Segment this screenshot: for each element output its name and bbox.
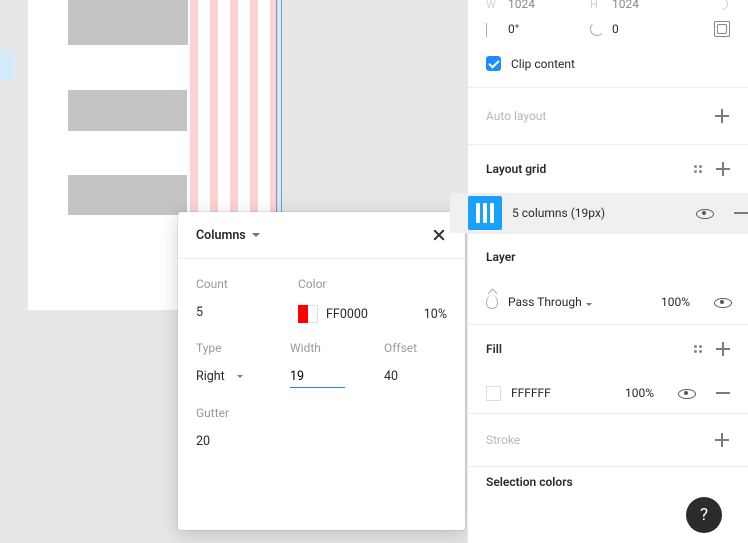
layer-visibility-icon[interactable] [714,294,730,310]
clip-content-checkbox[interactable] [486,56,501,71]
type-label: Type [196,341,266,355]
chevron-down-icon [237,375,243,378]
stroke-section-title: Stroke [486,433,520,447]
independent-corners-icon[interactable] [714,21,730,37]
gutter-input[interactable]: 20 [196,434,266,449]
color-opacity-input[interactable]: 10% [424,307,447,322]
rotation-input[interactable]: 0° [508,22,582,36]
color-swatch[interactable] [298,305,318,323]
blend-mode-icon [486,295,498,309]
remove-fill-button[interactable] [716,392,730,394]
width-input[interactable]: 1024 [508,0,582,11]
add-layout-grid-button[interactable] [716,162,730,176]
layout-grid-styles-icon[interactable] [694,165,702,173]
grid-type-dropdown[interactable]: Columns [196,228,260,243]
blend-mode-dropdown[interactable]: Pass Through [508,295,592,309]
gutter-label: Gutter [196,406,266,420]
corner-radius-icon [590,22,604,36]
blend-mode-value: Pass Through [508,295,582,309]
count-label: Count [196,277,274,291]
help-icon: ? [700,505,708,525]
type-value: Right [196,369,225,384]
chevron-down-icon [252,233,260,237]
layer-section-title: Layer [486,250,516,264]
count-input[interactable]: 5 [196,305,274,320]
add-stroke-button[interactable] [715,433,729,447]
auto-layout-title: Auto layout [486,109,546,123]
width-input[interactable] [290,369,345,388]
rotation-icon [486,23,500,36]
height-label: H [590,0,604,11]
visibility-toggle-icon[interactable] [696,205,712,221]
canvas-rect[interactable] [68,90,187,131]
width-label: Width [290,341,360,355]
layer-opacity-input[interactable]: 100% [661,295,690,309]
width-label: W [486,0,500,11]
layers-panel-edge [0,50,15,80]
columns-grid-icon[interactable] [468,196,502,230]
height-input[interactable]: 1024 [612,0,686,11]
color-hex-input[interactable]: FF0000 [326,307,368,322]
grid-type-label: Columns [196,228,246,243]
layout-grid-label: 5 columns (19px) [512,206,605,220]
design-panel: W 1024 H 1024 0° 0 Clip content Auto lay… [467,0,748,543]
add-fill-button[interactable] [716,342,730,356]
color-label: Color [298,277,447,291]
layout-grid-title: Layout grid [486,162,546,176]
count-value: 5 [196,305,203,320]
layout-grid-settings-popover: Columns Count 5 Color FF0000 10% Typ [178,212,465,530]
layout-grid-row[interactable]: 5 columns (19px) [450,193,748,233]
close-icon[interactable] [431,227,447,243]
help-button[interactable]: ? [686,497,722,533]
fill-visibility-icon[interactable] [678,385,694,401]
clip-content-label: Clip content [511,57,575,71]
fill-opacity-input[interactable]: 100% [625,386,654,400]
add-auto-layout-button[interactable] [715,109,729,123]
canvas-rect[interactable] [68,175,187,216]
corner-radius-input[interactable]: 0 [612,22,686,36]
chevron-down-icon [586,303,592,306]
offset-value: 40 [384,369,398,384]
canvas-rect[interactable] [68,0,188,45]
offset-input[interactable]: 40 [384,369,454,384]
selection-colors-title: Selection colors [486,475,573,489]
remove-grid-button[interactable] [734,212,748,214]
fill-hex-input[interactable]: FFFFFF [511,386,551,400]
type-dropdown[interactable]: Right [196,369,266,384]
fill-swatch[interactable] [486,386,501,401]
offset-label: Offset [384,341,454,355]
link-dimensions-icon[interactable] [714,0,730,12]
fill-section-title: Fill [486,342,502,356]
gutter-value: 20 [196,434,210,449]
fill-styles-icon[interactable] [694,345,702,353]
